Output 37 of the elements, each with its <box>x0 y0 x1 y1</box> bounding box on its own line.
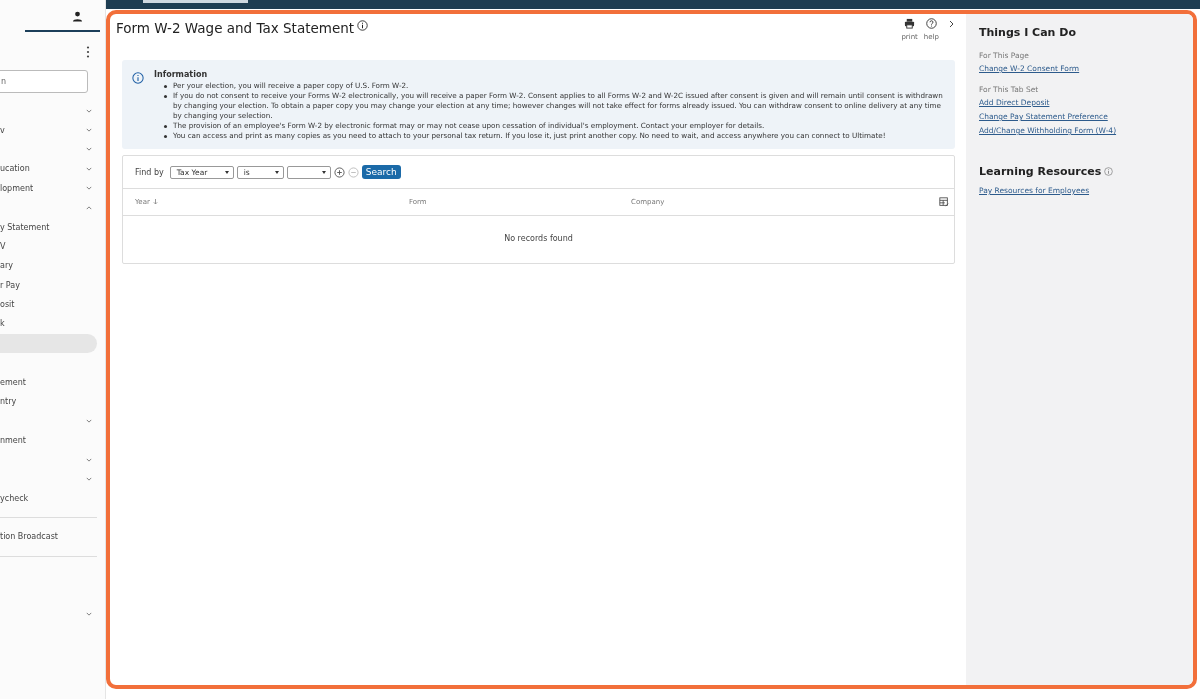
sidebar-item[interactable]: ntry <box>0 391 105 412</box>
empty-message: No records found <box>503 233 574 245</box>
bullet-icon <box>164 135 167 138</box>
panel-title: Things I Can Do <box>979 26 1077 39</box>
help-icon[interactable] <box>925 18 937 29</box>
value-dropdown[interactable] <box>286 165 331 179</box>
sidebar-item[interactable]: ycheck <box>0 488 105 509</box>
sidebar-group[interactable]: ucation <box>0 159 105 179</box>
search-field[interactable]: n <box>0 70 88 93</box>
bullet-icon <box>164 125 167 128</box>
bullet-icon <box>164 85 167 88</box>
panel-title: Learning Resources <box>979 165 1102 178</box>
sidebar-group[interactable]: lopment <box>0 178 105 198</box>
find-label: Find by <box>135 167 164 177</box>
sidebar-item[interactable]: r Pay <box>0 275 105 295</box>
page-title: Form W-2 Wage and Tax Statement <box>116 20 355 36</box>
person-icon[interactable] <box>72 11 83 22</box>
info-icon[interactable] <box>357 20 369 31</box>
info-icon <box>132 72 144 84</box>
sidebar-item[interactable]: osit <box>0 294 105 315</box>
sidebar-item[interactable]: ement <box>0 372 105 392</box>
search-button[interactable]: Search <box>361 165 401 179</box>
print-icon[interactable] <box>904 18 916 29</box>
chevron-right-icon[interactable] <box>949 20 954 28</box>
info-title: Information <box>154 70 209 79</box>
column-settings-icon[interactable] <box>939 197 949 207</box>
sidebar-item[interactable]: nment <box>0 430 105 451</box>
bullet-icon <box>164 95 167 98</box>
sidebar-group[interactable]: v <box>0 120 105 140</box>
sidebar-item[interactable]: ary <box>0 256 105 276</box>
sort-arrow-icon <box>153 198 158 205</box>
more-options-icon[interactable] <box>86 46 90 58</box>
sidebar-item[interactable]: k <box>0 314 105 334</box>
sidebar-item[interactable]: tion Broadcast <box>0 527 105 547</box>
sidebar-item[interactable]: V <box>0 236 105 257</box>
add-icon[interactable] <box>333 166 345 178</box>
sidebar-item[interactable]: y Statement <box>0 217 105 237</box>
